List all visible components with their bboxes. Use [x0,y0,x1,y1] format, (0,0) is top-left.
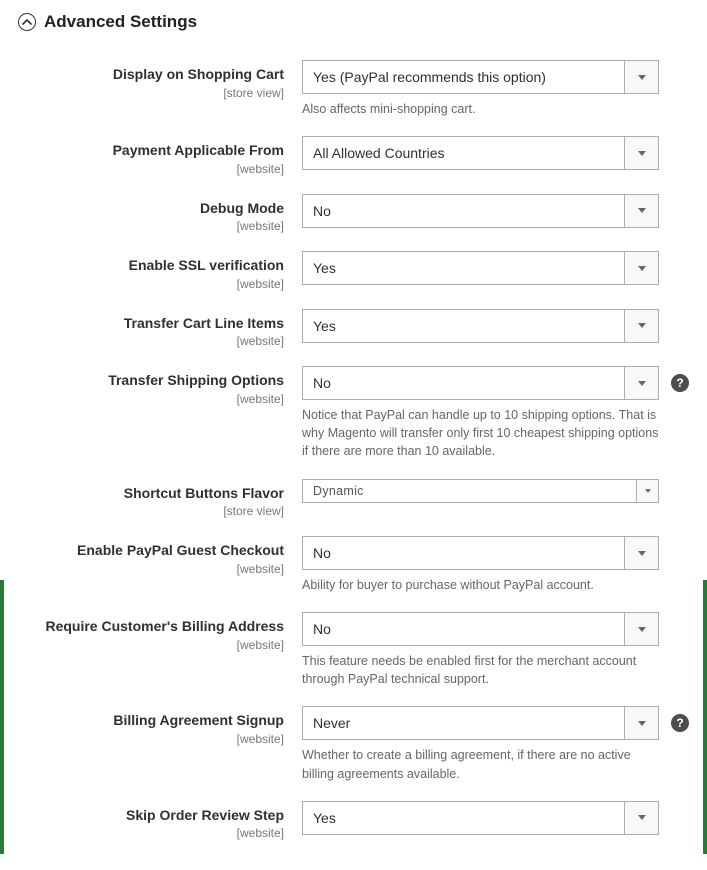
field-label: Display on Shopping Cart [18,66,284,84]
highlight-bar-left [0,580,4,854]
field-label: Enable PayPal Guest Checkout [18,542,284,560]
field-note: Also affects mini-shopping cart. [302,100,659,118]
select-value: Yes (PayPal recommends this option) [303,61,624,93]
field-scope: [website] [18,162,284,176]
select-value: Yes [303,252,624,284]
field-payment-applicable-from: Payment Applicable From [website] All Al… [18,136,689,176]
field-label: Transfer Shipping Options [18,372,284,390]
field-scope: [store view] [18,86,284,100]
field-label: Shortcut Buttons Flavor [18,485,284,503]
chevron-down-icon [624,367,658,399]
select-value: All Allowed Countries [303,137,624,169]
select-value: No [303,537,624,569]
field-scope: [website] [18,732,284,746]
field-label: Debug Mode [18,200,284,218]
select-debug-mode[interactable]: No [302,194,659,228]
chevron-down-icon [624,137,658,169]
select-transfer-cart-line-items[interactable]: Yes [302,309,659,343]
select-value: Yes [303,802,624,834]
field-label: Enable SSL verification [18,257,284,275]
field-note: Ability for buyer to purchase without Pa… [302,576,659,594]
field-scope: [website] [18,219,284,233]
field-enable-guest-checkout: Enable PayPal Guest Checkout [website] N… [18,536,689,594]
field-label: Payment Applicable From [18,142,284,160]
select-value: Yes [303,310,624,342]
select-enable-guest-checkout[interactable]: No [302,536,659,570]
field-scope: [store view] [18,504,284,518]
field-label: Skip Order Review Step [18,807,284,825]
chevron-down-icon [624,802,658,834]
field-label: Billing Agreement Signup [18,712,284,730]
field-scope: [website] [18,562,284,576]
field-scope: [website] [18,334,284,348]
select-display-on-cart[interactable]: Yes (PayPal recommends this option) [302,60,659,94]
field-note: Notice that PayPal can handle up to 10 s… [302,406,659,460]
select-skip-order-review[interactable]: Yes [302,801,659,835]
chevron-down-icon [624,252,658,284]
field-billing-agreement-signup: Billing Agreement Signup [website] Never… [18,706,689,782]
select-payment-applicable-from[interactable]: All Allowed Countries [302,136,659,170]
field-skip-order-review: Skip Order Review Step [website] Yes [18,801,689,841]
chevron-down-icon [624,61,658,93]
select-require-billing-address[interactable]: No [302,612,659,646]
chevron-down-icon [636,480,658,502]
select-shortcut-buttons-flavor[interactable]: Dynamic [302,479,659,503]
select-value: No [303,613,624,645]
section-title: Advanced Settings [44,12,197,32]
select-value: Dynamic [303,480,636,502]
field-scope: [website] [18,638,284,652]
select-transfer-shipping-options[interactable]: No [302,366,659,400]
field-label: Require Customer's Billing Address [18,618,284,636]
field-scope: [website] [18,826,284,840]
field-shortcut-buttons-flavor: Shortcut Buttons Flavor [store view] Dyn… [18,479,689,519]
select-value: Never [303,707,624,739]
field-require-billing-address: Require Customer's Billing Address [webs… [18,612,689,688]
chevron-down-icon [624,613,658,645]
field-display-on-cart: Display on Shopping Cart [store view] Ye… [18,60,689,118]
field-note: This feature needs be enabled first for … [302,652,659,688]
chevron-down-icon [624,537,658,569]
chevron-down-icon [624,707,658,739]
field-debug-mode: Debug Mode [website] No [18,194,689,234]
help-icon[interactable]: ? [671,374,689,392]
chevron-up-icon [18,13,36,31]
field-label: Transfer Cart Line Items [18,315,284,333]
chevron-down-icon [624,195,658,227]
field-note: Whether to create a billing agreement, i… [302,746,659,782]
field-scope: [website] [18,392,284,406]
section-header[interactable]: Advanced Settings [18,12,689,32]
select-value: No [303,195,624,227]
select-enable-ssl[interactable]: Yes [302,251,659,285]
field-scope: [website] [18,277,284,291]
chevron-down-icon [624,310,658,342]
field-enable-ssl: Enable SSL verification [website] Yes [18,251,689,291]
highlight-bar-right [703,580,707,854]
select-billing-agreement-signup[interactable]: Never [302,706,659,740]
field-transfer-shipping-options: Transfer Shipping Options [website] No N… [18,366,689,460]
field-transfer-cart-line-items: Transfer Cart Line Items [website] Yes [18,309,689,349]
select-value: No [303,367,624,399]
